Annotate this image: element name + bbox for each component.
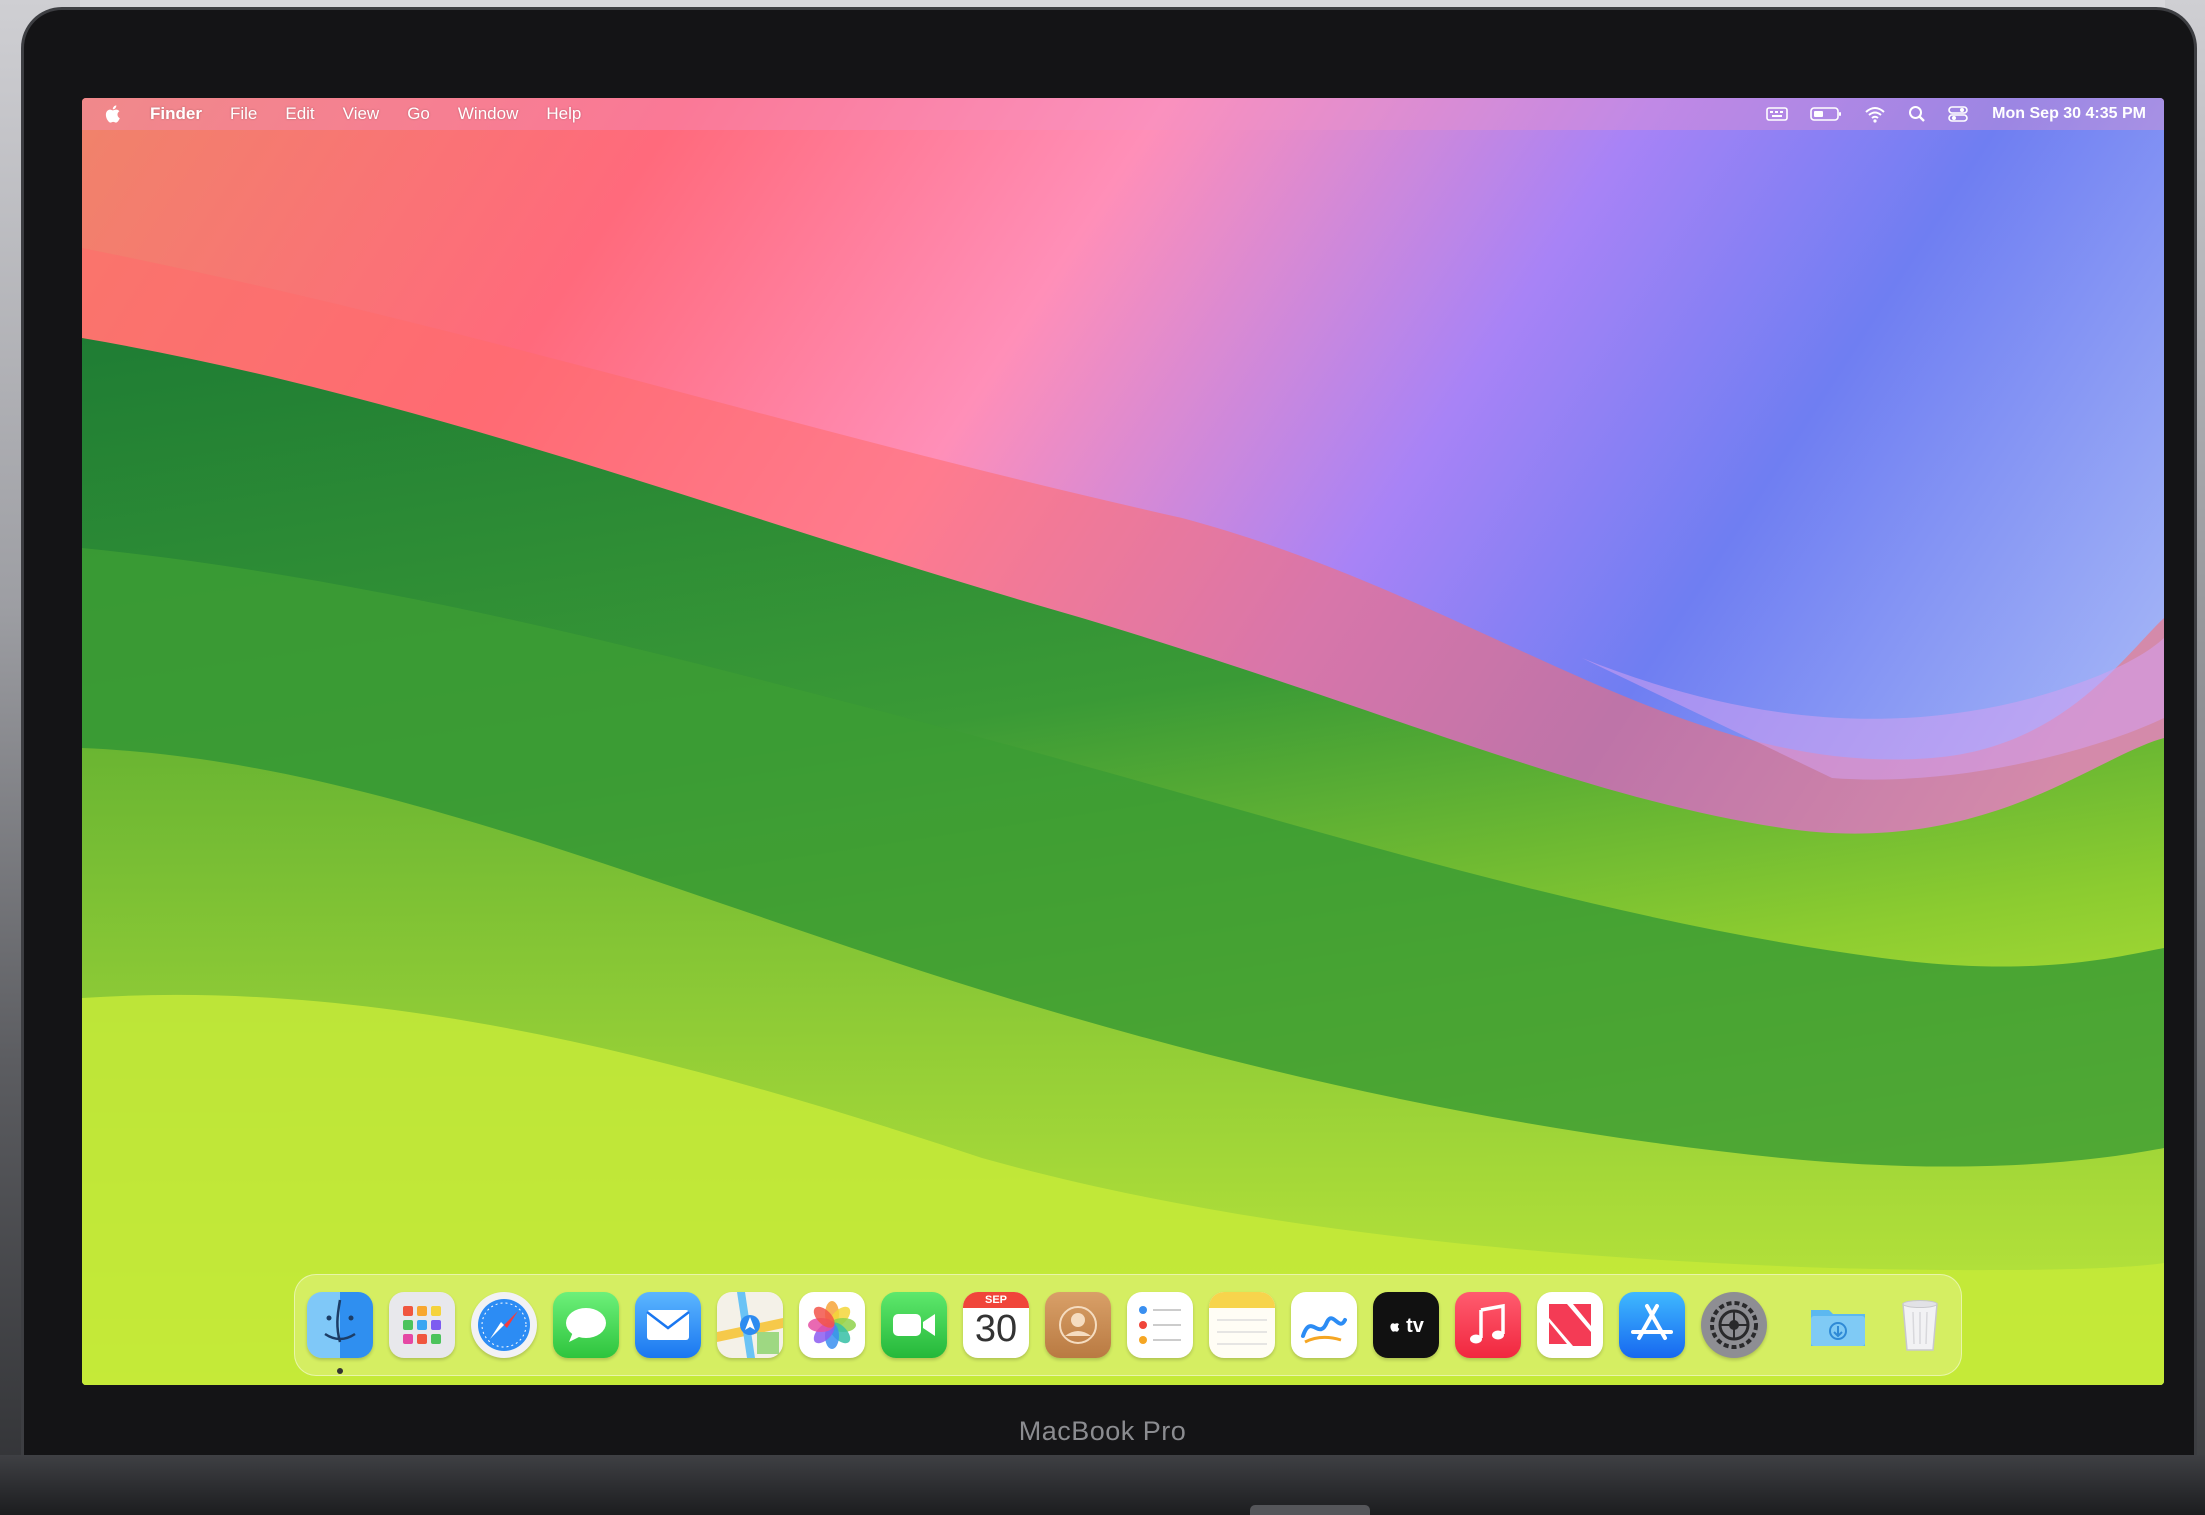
dock-item-messages[interactable] xyxy=(553,1292,619,1358)
dock-item-safari[interactable] xyxy=(471,1292,537,1358)
menu-app-name[interactable]: Finder xyxy=(150,104,202,124)
keyboard-icon[interactable] xyxy=(1766,106,1788,122)
dock-item-calendar[interactable]: SEP 30 xyxy=(963,1292,1029,1358)
dock-item-facetime[interactable] xyxy=(881,1292,947,1358)
menu-bar: Finder File Edit View Go Window Help Mon… xyxy=(82,98,2164,130)
apple-logo-icon[interactable] xyxy=(104,104,122,124)
dock-item-freeform[interactable] xyxy=(1291,1292,1357,1358)
dock-item-trash[interactable] xyxy=(1887,1292,1953,1358)
dock-item-notes[interactable] xyxy=(1209,1292,1275,1358)
freeform-icon xyxy=(1301,1316,1347,1344)
calendar-month: SEP xyxy=(984,1294,1007,1306)
dock-item-downloads[interactable] xyxy=(1805,1292,1871,1358)
news-icon xyxy=(1549,1304,1591,1346)
dock-item-tv[interactable]: tv xyxy=(1373,1292,1439,1358)
dock-item-system-settings[interactable] xyxy=(1701,1292,1767,1358)
tv-label: tv xyxy=(1406,1315,1425,1337)
dock-item-maps[interactable] xyxy=(717,1292,783,1358)
mail-icon xyxy=(646,1310,690,1340)
trash-icon xyxy=(1902,1300,1938,1351)
dock-item-photos[interactable] xyxy=(799,1292,865,1358)
menu-bar-clock[interactable]: Mon Sep 30 4:35 PM xyxy=(1992,105,2146,123)
reminders-icon xyxy=(1139,1306,1181,1344)
desktop-wallpaper xyxy=(82,98,2164,1385)
app-store-icon xyxy=(1631,1304,1673,1340)
dock-item-reminders[interactable] xyxy=(1127,1292,1193,1358)
safari-icon xyxy=(478,1299,530,1351)
dock-item-finder[interactable] xyxy=(307,1292,373,1374)
dock: SEP 30 tv xyxy=(294,1274,1962,1376)
photos-icon xyxy=(808,1301,856,1349)
menu-view[interactable]: View xyxy=(343,104,380,124)
contacts-icon xyxy=(1059,1306,1097,1344)
dock-item-news[interactable] xyxy=(1537,1292,1603,1358)
wifi-icon[interactable] xyxy=(1864,105,1886,123)
tv-icon: tv xyxy=(1390,1315,1425,1337)
messages-icon xyxy=(566,1308,606,1342)
menu-go[interactable]: Go xyxy=(407,104,430,124)
dock-item-launchpad[interactable] xyxy=(389,1292,455,1358)
finder-icon xyxy=(324,1299,356,1343)
laptop-base xyxy=(0,1455,2205,1515)
settings-icon xyxy=(1710,1301,1758,1349)
dock-item-app-store[interactable] xyxy=(1619,1292,1685,1358)
launchpad-icon xyxy=(403,1306,441,1344)
menu-bar-status-area: Mon Sep 30 4:35 PM xyxy=(1744,98,2146,130)
facetime-icon xyxy=(893,1314,935,1336)
calendar-day: 30 xyxy=(974,1308,1018,1350)
control-center-icon[interactable] xyxy=(1948,105,1968,123)
music-icon xyxy=(1470,1303,1505,1344)
screen: Finder File Edit View Go Window Help Mon… xyxy=(82,98,2164,1385)
menu-window[interactable]: Window xyxy=(458,104,518,124)
dock-item-music[interactable] xyxy=(1455,1292,1521,1358)
menu-help[interactable]: Help xyxy=(546,104,581,124)
notes-icon xyxy=(1209,1292,1275,1345)
laptop-hinge-notch xyxy=(1250,1505,1370,1515)
downloads-folder-icon xyxy=(1811,1310,1865,1346)
menu-file[interactable]: File xyxy=(230,104,257,124)
dock-item-contacts[interactable] xyxy=(1045,1292,1111,1358)
running-indicator xyxy=(337,1368,343,1374)
maps-icon xyxy=(717,1292,783,1358)
menu-edit[interactable]: Edit xyxy=(285,104,314,124)
search-icon[interactable] xyxy=(1908,105,1926,123)
battery-icon[interactable] xyxy=(1810,106,1842,122)
dock-item-mail[interactable] xyxy=(635,1292,701,1358)
laptop-model-label: MacBook Pro xyxy=(1018,1416,1187,1446)
